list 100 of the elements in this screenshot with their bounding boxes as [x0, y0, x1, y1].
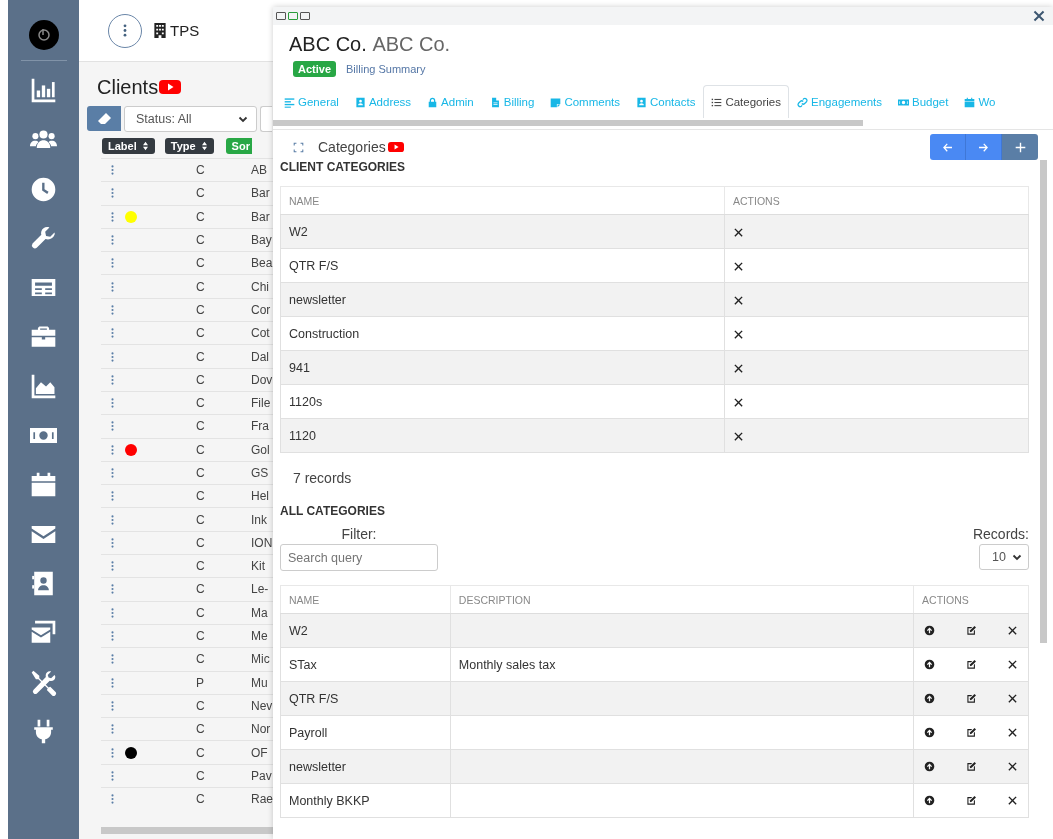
kebab-icon[interactable] — [110, 188, 114, 199]
sort-icon — [141, 141, 149, 151]
cross-icon[interactable] — [733, 260, 744, 272]
kebab-icon[interactable] — [110, 514, 114, 525]
tab[interactable]: Billing — [481, 85, 543, 118]
kebab-icon[interactable] — [110, 304, 114, 315]
kebab-icon[interactable] — [110, 584, 114, 595]
sort-button[interactable]: Sor — [225, 138, 252, 154]
video-play-icon[interactable] — [159, 79, 182, 95]
clear-filter-button[interactable] — [87, 106, 121, 131]
cross-icon[interactable] — [1007, 625, 1018, 636]
tab[interactable]: Wo — [956, 85, 1004, 118]
kebab-icon[interactable] — [110, 468, 114, 478]
status-dropdown[interactable]: Status: All — [124, 106, 257, 132]
cross-icon[interactable] — [733, 430, 744, 442]
bar-chart-icon[interactable] — [30, 77, 57, 104]
video-play-icon[interactable] — [387, 141, 404, 153]
table-cell: C — [196, 442, 205, 457]
previous-button[interactable] — [930, 134, 966, 160]
search-field[interactable]: Search query — [280, 544, 438, 571]
table-cell: C — [196, 419, 205, 434]
billing-summary-link[interactable]: Billing Summary — [346, 63, 426, 75]
cross-icon[interactable] — [1007, 795, 1018, 806]
cross-icon[interactable] — [733, 294, 744, 306]
calendar-icon[interactable] — [30, 471, 57, 499]
edit-icon[interactable] — [965, 727, 977, 738]
kebab-icon[interactable] — [110, 281, 114, 292]
table-cell: QTR F/S — [280, 681, 451, 716]
label-sort-button[interactable]: Label — [102, 138, 155, 154]
cross-icon[interactable] — [1007, 659, 1018, 670]
kebab-icon[interactable] — [110, 607, 114, 618]
close-icon[interactable] — [1032, 9, 1046, 23]
edit-icon[interactable] — [965, 795, 977, 806]
tab[interactable]: Admin — [419, 85, 482, 118]
list-icon — [711, 96, 723, 108]
edit-icon[interactable] — [965, 693, 977, 704]
kebab-icon[interactable] — [110, 258, 114, 269]
kebab-icon[interactable] — [110, 421, 114, 432]
scrollbar[interactable] — [1040, 160, 1047, 643]
cross-icon[interactable] — [1007, 761, 1018, 772]
table-cell: 1120 — [280, 418, 725, 453]
column-header: NAME — [280, 585, 451, 614]
cross-icon[interactable] — [1007, 693, 1018, 704]
kebab-icon[interactable] — [110, 351, 114, 362]
edit-icon[interactable] — [965, 625, 977, 636]
kebab-icon[interactable] — [110, 724, 114, 735]
kebab-icon[interactable] — [123, 24, 127, 37]
table-cell: C — [196, 605, 205, 620]
clock-icon[interactable] — [30, 175, 57, 203]
tab[interactable]: Comments — [542, 85, 628, 118]
tab[interactable]: Address — [346, 85, 420, 118]
edit-icon[interactable] — [965, 659, 977, 670]
table-cell: W2 — [280, 613, 451, 648]
tools-icon[interactable] — [30, 668, 57, 696]
kebab-icon[interactable] — [110, 654, 114, 665]
scrollbar[interactable] — [101, 827, 273, 835]
table-cell: Monthly BKKP — [280, 783, 451, 818]
tab[interactable]: Engagements — [789, 85, 890, 118]
table-cell: Pav — [251, 768, 272, 783]
edit-icon[interactable] — [965, 761, 977, 772]
kebab-icon[interactable] — [110, 537, 114, 548]
table-cell: Bar — [251, 186, 270, 201]
kebab-icon[interactable] — [110, 631, 114, 642]
kebab-icon[interactable] — [110, 374, 114, 385]
kebab-icon[interactable] — [110, 444, 114, 455]
cross-icon[interactable] — [733, 362, 744, 374]
table-cell: C — [196, 279, 205, 294]
kebab-icon[interactable] — [110, 747, 114, 758]
tab[interactable]: Categories — [703, 85, 790, 118]
kebab-icon[interactable] — [110, 165, 114, 176]
tab[interactable]: Contacts — [628, 85, 704, 118]
type-sort-button[interactable]: Type — [164, 138, 214, 154]
logo-icon[interactable] — [28, 20, 59, 50]
kebab-icon[interactable] — [110, 328, 114, 339]
kebab-icon[interactable] — [110, 398, 114, 409]
kebab-icon[interactable] — [110, 794, 114, 805]
cross-icon[interactable] — [733, 226, 744, 238]
menu-button[interactable] — [108, 13, 142, 48]
company-name: TPS — [170, 22, 200, 39]
building-icon — [154, 23, 166, 38]
contact-card-icon — [354, 96, 366, 108]
tab[interactable]: General — [273, 85, 347, 118]
table-cell: Dov — [251, 372, 273, 387]
kebab-icon[interactable] — [110, 770, 114, 781]
cross-icon[interactable] — [1007, 727, 1018, 738]
area-chart-icon[interactable] — [30, 372, 57, 400]
kebab-icon[interactable] — [110, 561, 114, 572]
kebab-icon[interactable] — [110, 491, 114, 502]
table-cell: Le- — [251, 582, 269, 597]
kebab-icon[interactable] — [110, 235, 114, 246]
tab[interactable]: Budget — [890, 85, 957, 118]
cross-icon[interactable] — [733, 396, 744, 408]
scrollbar[interactable] — [273, 120, 863, 126]
kebab-icon[interactable] — [110, 211, 114, 222]
cross-icon[interactable] — [733, 328, 744, 340]
dialog-title: ABC Co. ABC Co. — [289, 33, 452, 56]
page-size-dropdown[interactable]: 10 — [979, 544, 1029, 570]
kebab-icon[interactable] — [110, 677, 114, 688]
kebab-icon[interactable] — [110, 700, 114, 711]
expand-icon[interactable] — [293, 141, 304, 153]
